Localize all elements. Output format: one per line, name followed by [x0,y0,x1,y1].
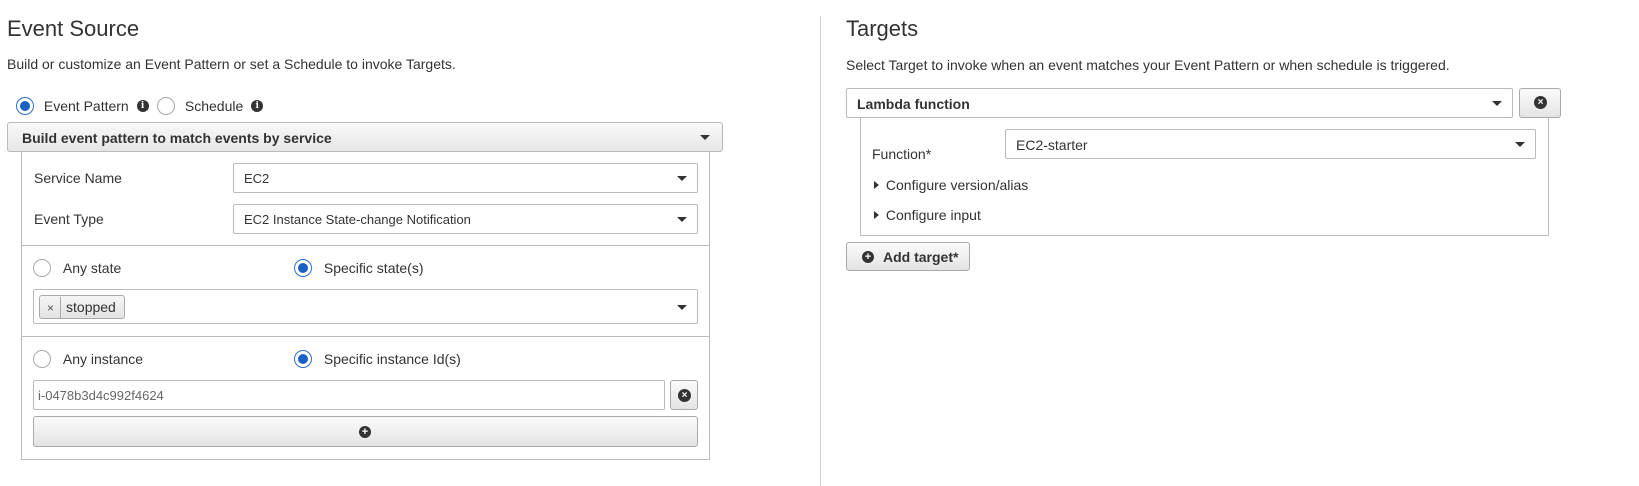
any-state-option[interactable]: Any state [33,259,122,278]
any-instance-radio[interactable] [33,350,51,369]
event-type-select[interactable]: EC2 Instance State-change Notification [233,204,698,234]
info-icon[interactable]: i [251,100,264,113]
pattern-builder-label: Build event pattern to match events by s… [22,130,332,146]
specific-instance-option[interactable]: Specific instance Id(s) [294,350,461,369]
service-name-label: Service Name [34,170,122,186]
specific-instance-radio[interactable] [294,350,312,369]
configure-input-toggle[interactable]: Configure input [874,206,981,223]
remove-instance-button[interactable]: × [670,380,698,410]
schedule-radio[interactable] [157,97,175,116]
state-tag: × stopped [39,295,125,319]
remove-target-button[interactable]: × [1519,88,1561,118]
specific-state-option[interactable]: Specific state(s) [294,259,424,278]
schedule-label: Schedule [184,98,244,115]
state-multiselect[interactable]: × stopped [33,289,698,324]
close-icon: × [678,389,691,402]
event-source-title: Event Source [7,16,140,41]
function-value: EC2-starter [1016,137,1088,153]
event-pattern-radio[interactable] [16,97,34,116]
target-type-value: Lambda function [857,96,970,112]
target-type-select[interactable]: Lambda function [846,88,1513,118]
function-label: Function* [872,146,932,162]
any-instance-option[interactable]: Any instance [33,350,144,369]
service-name-select[interactable]: EC2 [233,163,698,193]
info-icon[interactable]: i [136,100,149,113]
event-pattern-option[interactable]: Event Pattern i [16,97,149,116]
chevron-down-icon [677,305,687,310]
configure-version-label: Configure version/alias [885,177,1029,194]
section-divider [21,336,710,337]
function-select[interactable]: EC2-starter [1005,129,1536,159]
caret-right-icon [874,181,879,190]
chevron-down-icon [1515,142,1525,147]
targets-title: Targets [846,16,919,41]
event-type-label: Event Type [34,211,104,227]
specific-instance-label: Specific instance Id(s) [323,351,461,368]
event-type-value: EC2 Instance State-change Notification [244,212,471,227]
caret-right-icon [874,211,879,220]
service-name-value: EC2 [244,171,270,186]
plus-icon: + [862,251,874,263]
pattern-builder-dropdown[interactable]: Build event pattern to match events by s… [7,122,723,152]
any-instance-label: Any instance [62,351,144,368]
plus-icon: + [359,426,371,438]
section-divider [21,245,710,246]
schedule-option[interactable]: Schedule i [157,97,264,116]
event-source-description: Build or customize an Event Pattern or s… [7,56,456,72]
configure-input-label: Configure input [885,207,981,224]
chevron-down-icon [700,135,710,140]
targets-description: Select Target to invoke when an event ma… [846,57,1450,73]
add-target-label: Add target* [883,249,959,265]
specific-state-label: Specific state(s) [323,260,424,277]
add-target-button[interactable]: + Add target* [846,242,970,271]
state-tag-label: stopped [66,299,116,315]
configure-version-toggle[interactable]: Configure version/alias [874,176,1028,193]
add-instance-button[interactable]: + [33,416,698,447]
event-pattern-label: Event Pattern [43,98,129,115]
any-state-radio[interactable] [33,259,51,278]
remove-tag-icon[interactable]: × [40,297,62,319]
instance-id-input[interactable] [33,380,665,410]
specific-state-radio[interactable] [294,259,312,278]
chevron-down-icon [1492,101,1502,106]
any-state-label: Any state [62,260,122,277]
chevron-down-icon [677,176,687,181]
column-divider [820,16,821,486]
chevron-down-icon [677,217,687,222]
close-icon: × [1534,96,1547,109]
